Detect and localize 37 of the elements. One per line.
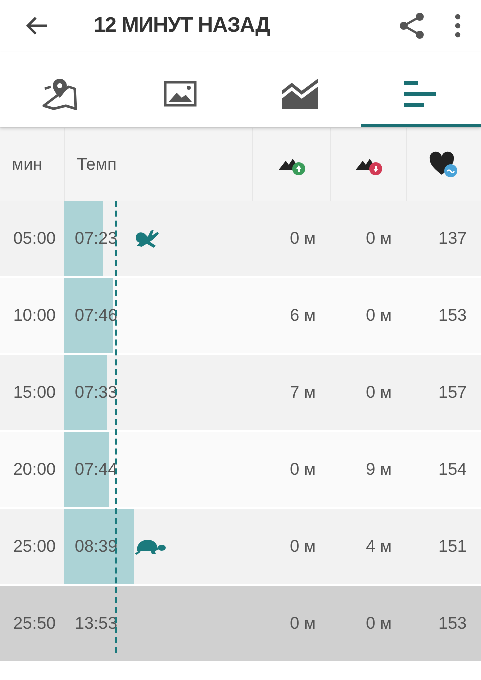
area-chart-icon [282, 79, 320, 109]
heart-rate-cell: 157 [438, 382, 467, 402]
time-cell: 25:00 [13, 536, 56, 556]
time-cell: 25:50 [13, 614, 56, 634]
heart-rate-cell: 154 [438, 460, 467, 480]
time-cell: 10:00 [13, 306, 56, 326]
heart-rate-icon [429, 150, 459, 178]
ascent-cell: 0 м [290, 614, 316, 634]
ascent-cell: 7 м [290, 382, 316, 402]
share-icon[interactable] [397, 11, 427, 41]
descent-cell: 4 м [366, 536, 392, 556]
ascent-cell: 6 м [290, 306, 316, 326]
heart-rate-cell: 137 [438, 228, 467, 248]
app-bar-title: 12 МИНУТ НАЗАД [94, 14, 272, 38]
time-cell: 20:00 [13, 460, 56, 480]
descent-cell: 0 м [366, 228, 392, 248]
ascent-cell: 0 м [290, 536, 316, 556]
column-header: мин [11, 154, 43, 174]
pace-cell-text: 08:39 [74, 536, 118, 556]
heart-rate-cell: 151 [438, 536, 467, 556]
image-icon [164, 81, 197, 107]
descent-cell: 9 м [366, 460, 392, 480]
ascent-cell: 0 м [290, 460, 316, 480]
descent-cell: 0 м [366, 382, 392, 402]
time-cell: 05:00 [13, 228, 56, 248]
column-header: Темп [76, 154, 117, 174]
pace-cell-text: 13:53 [74, 614, 118, 634]
descent-cell: 0 м [366, 306, 392, 326]
heart-rate-cell: 153 [438, 306, 467, 326]
turtle-icon [134, 538, 166, 556]
descent-cell: 0 м [366, 614, 392, 634]
heart-rate-cell: 153 [438, 614, 467, 634]
time-cell: 15:00 [13, 382, 56, 402]
pace-cell-text: 07:33 [74, 382, 118, 402]
bars-icon [404, 81, 438, 107]
map-pin-icon [42, 77, 78, 111]
ascent-cell: 0 м [290, 228, 316, 248]
